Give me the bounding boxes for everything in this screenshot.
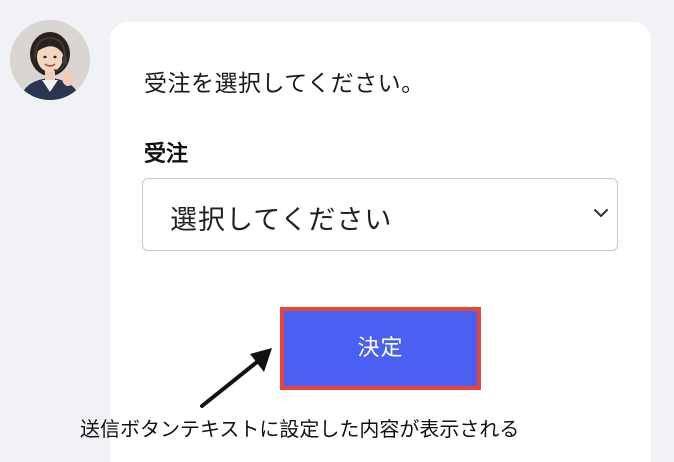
- chevron-down-icon: [594, 209, 608, 217]
- chat-stage: 受注を選択してください。 受注 選択してください 決定 送信ボタンテキストに設定…: [0, 0, 674, 462]
- prompt-text: 受注を選択してください。: [144, 71, 425, 97]
- order-select-value: 選択してください: [170, 205, 393, 236]
- arrow-up-right-icon: [200, 348, 272, 408]
- order-select[interactable]: 選択してください: [142, 178, 618, 251]
- operator-avatar-icon: [10, 20, 90, 100]
- annotation-caption: 送信ボタンテキストに設定した内容が表示される: [80, 417, 520, 441]
- submit-button-highlight: 決定: [280, 307, 481, 390]
- order-field-label: 受注: [144, 142, 189, 167]
- chat-message-card: 受注を選択してください。 受注 選択してください 決定: [110, 22, 651, 462]
- submit-button[interactable]: 決定: [284, 311, 477, 386]
